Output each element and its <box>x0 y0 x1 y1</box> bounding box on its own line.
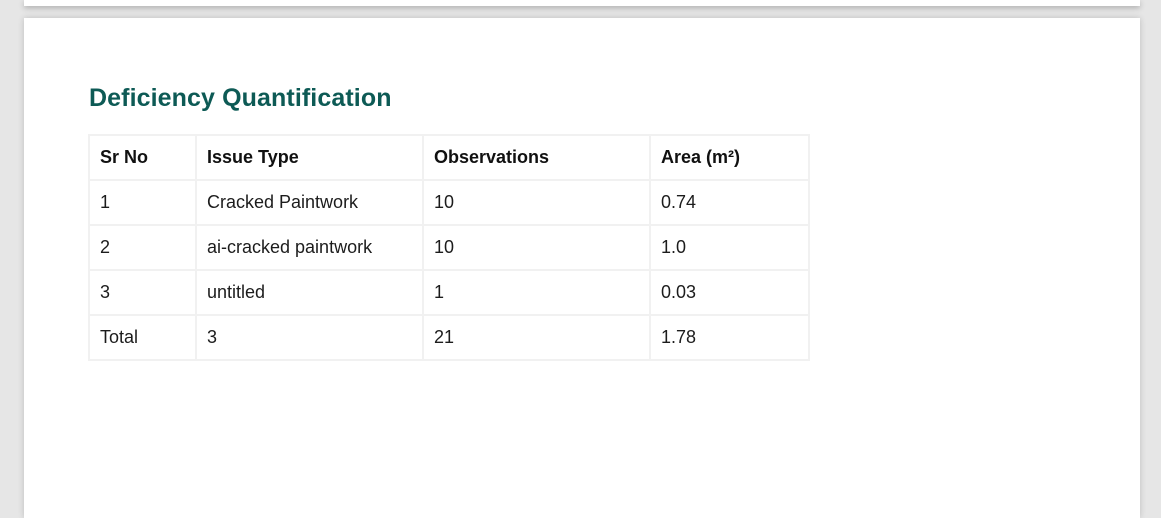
table-row: 2 ai-cracked paintwork 10 1.0 <box>88 224 810 271</box>
cell-observations: 10 <box>422 224 651 271</box>
cell-observations: 1 <box>422 269 651 316</box>
table-header-row: Sr No Issue Type Observations Area (m²) <box>88 134 810 181</box>
table-row: 1 Cracked Paintwork 10 0.74 <box>88 179 810 226</box>
previous-page-edge <box>24 0 1140 6</box>
total-issue-types: 3 <box>195 314 424 361</box>
table-total-row: Total 3 21 1.78 <box>88 314 810 361</box>
report-page: Deficiency Quantification Sr No Issue Ty… <box>24 18 1140 518</box>
column-header-issue-type: Issue Type <box>195 134 424 181</box>
table-row: 3 untitled 1 0.03 <box>88 269 810 316</box>
column-header-observations: Observations <box>422 134 651 181</box>
cell-issue-type: untitled <box>195 269 424 316</box>
cell-area: 0.74 <box>649 179 810 226</box>
total-label: Total <box>88 314 197 361</box>
total-area: 1.78 <box>649 314 810 361</box>
cell-observations: 10 <box>422 179 651 226</box>
deficiency-quantification-table: Sr No Issue Type Observations Area (m²) … <box>88 134 810 361</box>
section-title: Deficiency Quantification <box>89 84 392 112</box>
cell-sr-no: 3 <box>88 269 197 316</box>
column-header-sr-no: Sr No <box>88 134 197 181</box>
cell-area: 1.0 <box>649 224 810 271</box>
cell-issue-type: Cracked Paintwork <box>195 179 424 226</box>
cell-issue-type: ai-cracked paintwork <box>195 224 424 271</box>
cell-area: 0.03 <box>649 269 810 316</box>
cell-sr-no: 1 <box>88 179 197 226</box>
total-observations: 21 <box>422 314 651 361</box>
column-header-area: Area (m²) <box>649 134 810 181</box>
cell-sr-no: 2 <box>88 224 197 271</box>
